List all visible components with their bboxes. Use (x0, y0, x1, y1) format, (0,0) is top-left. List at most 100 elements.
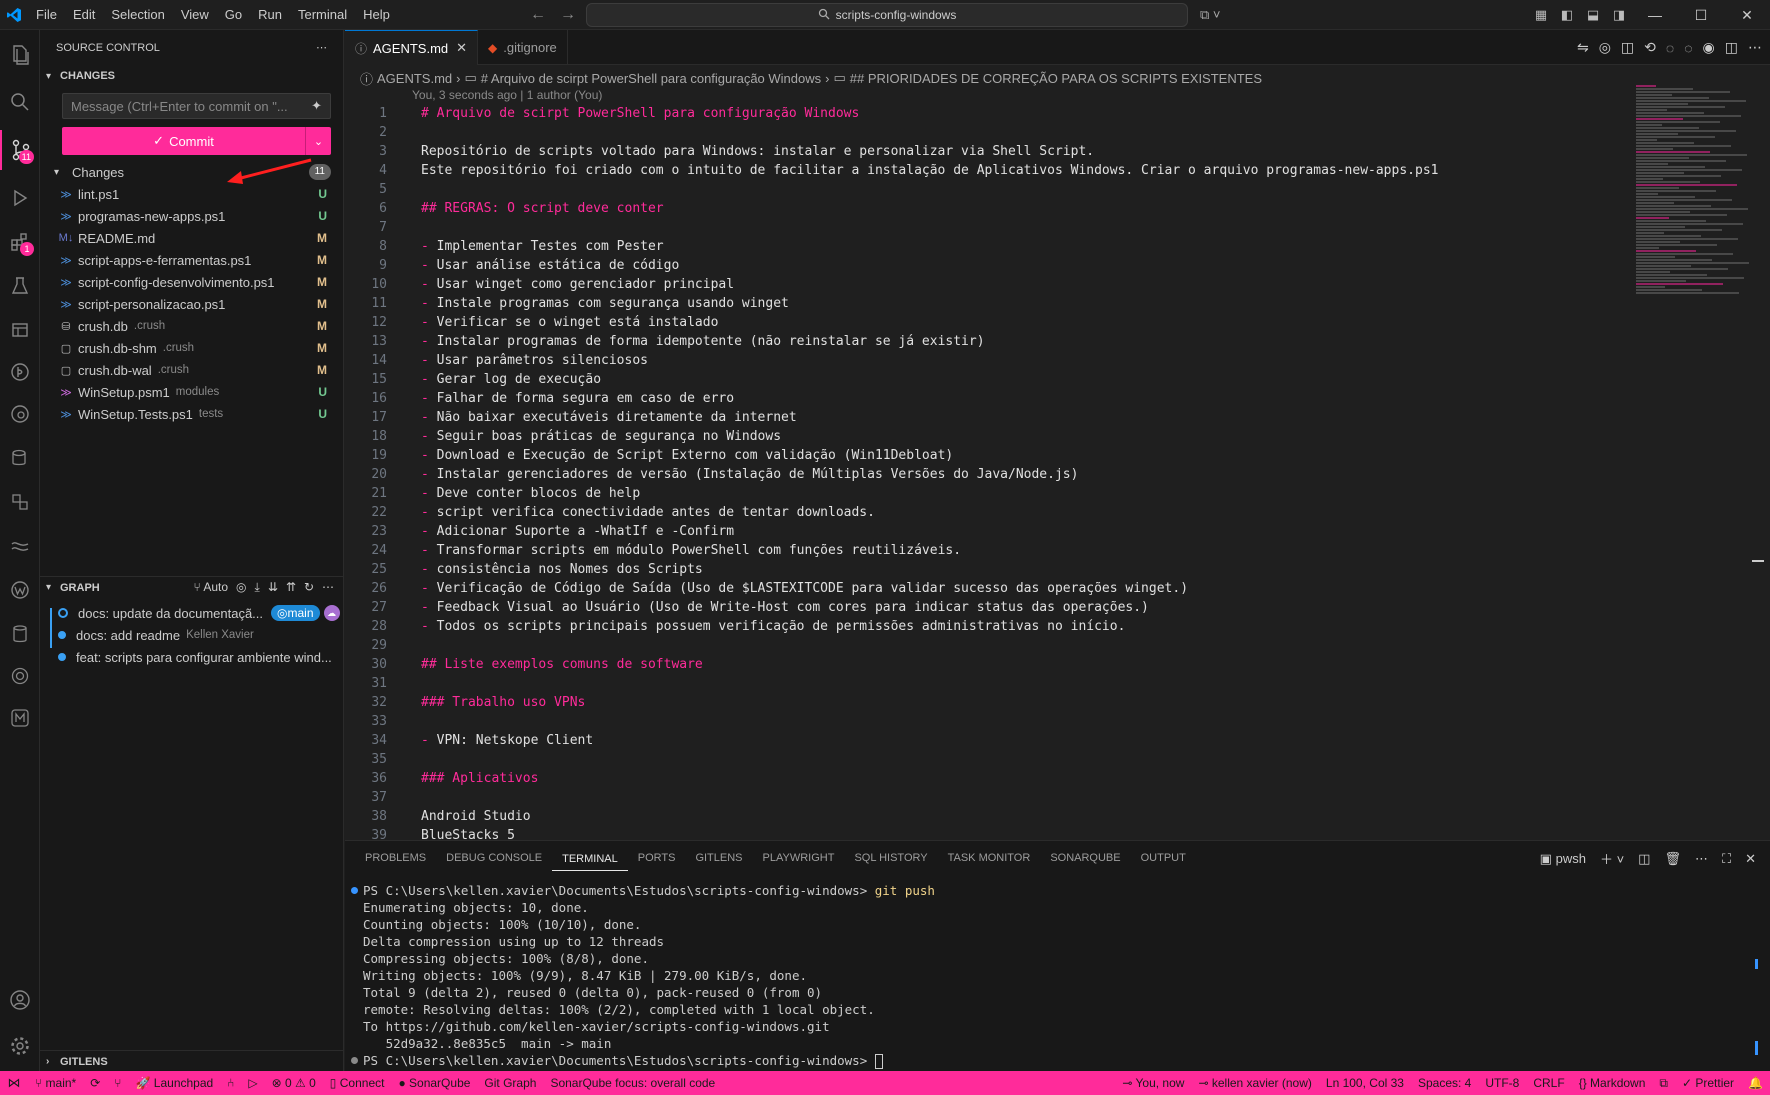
account-icon[interactable] (0, 980, 40, 1020)
sync-icon[interactable]: ⟳ (83, 1071, 107, 1095)
minimize-icon[interactable]: — (1632, 7, 1678, 23)
refresh-icon[interactable]: ↻ (304, 580, 314, 595)
changes-section-header[interactable]: ▾ CHANGES (40, 65, 343, 87)
code-editor[interactable]: 1 # Arquivo de scirpt PowerShell para con… (345, 104, 1635, 840)
git-graph-status[interactable]: Git Graph (477, 1071, 543, 1095)
back-arrow-icon[interactable]: ← (530, 6, 546, 24)
m-extension-icon[interactable] (0, 698, 40, 738)
openai-icon[interactable] (0, 656, 40, 696)
problems-status[interactable]: ⊗ 0 ⚠ 0 (265, 1071, 323, 1095)
commit-dropdown-button[interactable]: ⌄ (305, 127, 331, 155)
w-extension-icon[interactable] (0, 570, 40, 610)
branch-badge[interactable]: ◎main (271, 605, 320, 621)
gitlens-icon[interactable] (0, 352, 40, 392)
encoding-status[interactable]: UTF-8 (1478, 1071, 1526, 1095)
timeline-back-icon[interactable]: ⟲ (1644, 39, 1656, 56)
connect-status[interactable]: ▯ Connect (323, 1071, 392, 1095)
open-preview-icon[interactable]: ◫ (1621, 39, 1634, 56)
changed-file-row[interactable]: ≫ WinSetup.Tests.ps1 tests U (40, 403, 343, 425)
more-actions-icon[interactable]: ⋯ (316, 41, 327, 54)
tab-terminal[interactable]: TERMINAL (552, 847, 628, 871)
changed-file-row[interactable]: ▢ crush.db-shm .crush M (40, 337, 343, 359)
close-window-icon[interactable]: ✕ (1724, 7, 1770, 24)
line-ending-status[interactable]: CRLF (1526, 1071, 1571, 1095)
blame-status[interactable]: ⊸ You, now (1115, 1071, 1191, 1095)
tab-sql-history[interactable]: SQL HISTORY (844, 841, 937, 876)
new-terminal-icon[interactable]: ＋ ˅ (1600, 849, 1624, 868)
command-decoration-dot[interactable] (351, 1057, 358, 1064)
more-actions-icon[interactable]: ⋯ (322, 580, 334, 595)
tab-playwright[interactable]: PLAYWRIGHT (753, 841, 845, 876)
testing-icon[interactable] (0, 266, 40, 306)
copilot-icon[interactable]: ⧉ (1652, 1071, 1675, 1095)
changed-file-row[interactable]: ⛁ crush.db .crush M (40, 315, 343, 337)
forward-arrow-icon[interactable]: → (560, 6, 576, 24)
database-cylinder-icon[interactable] (0, 614, 40, 654)
tab-agents-md[interactable]: ⓘ AGENTS.md ✕ (345, 30, 479, 65)
remote-indicator-icon[interactable]: ⋈ (0, 1071, 28, 1095)
graph-section-header[interactable]: ▾ GRAPH ⑂ Auto ◎ ⤓ ⇊ ⇈ ↻ ⋯ (40, 576, 344, 598)
minimap[interactable] (1636, 85, 1756, 325)
indentation-status[interactable]: Spaces: 4 (1411, 1071, 1478, 1095)
git-compare-icon[interactable]: ⇋ (1577, 39, 1589, 56)
commit-message-input[interactable]: Message (Ctrl+Enter to commit on "... ✦ (62, 93, 331, 119)
run-debug-icon[interactable] (0, 178, 40, 218)
menu-edit[interactable]: Edit (65, 0, 103, 30)
tab-task-monitor[interactable]: TASK MONITOR (938, 841, 1041, 876)
menu-help[interactable]: Help (355, 0, 398, 30)
next-change-icon[interactable]: ◌ (1684, 40, 1692, 56)
previous-change-icon[interactable]: ◌ (1666, 40, 1674, 56)
breadcrumb-item[interactable]: # Arquivo de scirpt PowerShell para conf… (481, 71, 821, 86)
maximize-icon[interactable]: ☐ (1678, 7, 1724, 24)
gitlens-section-header[interactable]: › GITLENS (40, 1050, 344, 1072)
terminal-output[interactable]: PS C:\Users\kellen.xavier\Documents\Estu… (345, 882, 1770, 1069)
tab-problems[interactable]: PROBLEMS (355, 841, 436, 876)
language-mode[interactable]: {} Markdown (1572, 1071, 1653, 1095)
tab-debug-console[interactable]: DEBUG CONSOLE (436, 841, 552, 876)
tab-gitlens[interactable]: GITLENS (685, 841, 752, 876)
gitlens-icon[interactable]: ◉ (1703, 39, 1715, 56)
launchpad-status[interactable]: 🚀 Launchpad (129, 1071, 221, 1095)
menu-selection[interactable]: Selection (103, 0, 172, 30)
changed-file-row[interactable]: ≫ WinSetup.psm1 modules U (40, 381, 343, 403)
source-control-icon[interactable]: 11 (0, 130, 40, 170)
terminal-shell-selector[interactable]: ▣ pwsh (1540, 851, 1586, 867)
changed-file-row[interactable]: ≫ script-apps-e-ferramentas.ps1 M (40, 249, 343, 271)
menu-file[interactable]: File (28, 0, 65, 30)
command-decoration-dot[interactable] (351, 887, 358, 894)
tab-output[interactable]: OUTPUT (1131, 841, 1196, 876)
deploy-icon[interactable]: ⑃ (220, 1071, 241, 1095)
openai-icon[interactable]: ◎ (1599, 39, 1611, 56)
toggle-secondary-sidebar-icon[interactable]: ◨ (1606, 7, 1632, 23)
menu-terminal[interactable]: Terminal (290, 0, 355, 30)
sonar-icon[interactable] (0, 526, 40, 566)
tab-ports[interactable]: PORTS (628, 841, 686, 876)
changed-file-row[interactable]: ≫ script-config-desenvolvimento.ps1 M (40, 271, 343, 293)
target-icon[interactable]: ◎ (236, 580, 246, 595)
customize-layout-icon[interactable]: ▦ (1528, 7, 1554, 23)
search-icon[interactable] (0, 82, 40, 122)
copilot-icon[interactable]: ⧉ ˅ (1200, 0, 1221, 30)
maximize-panel-icon[interactable]: ⛶ (1722, 851, 1731, 867)
extensions-icon[interactable]: 1 (0, 222, 40, 262)
graph-commit-row[interactable]: feat: scripts para configurar ambiente w… (40, 646, 344, 668)
git-blame-codelens[interactable]: You, 3 seconds ago | 1 author (You) (412, 88, 602, 102)
sonarqube-focus-status[interactable]: SonarQube focus: overall code (543, 1071, 722, 1095)
settings-gear-icon[interactable] (0, 1026, 40, 1066)
containers-icon[interactable] (0, 482, 40, 522)
more-actions-icon[interactable]: ⋯ (1748, 39, 1762, 56)
tab-sonarqube[interactable]: SONARQUBE (1040, 841, 1130, 876)
notifications-bell-icon[interactable]: 🔔 (1741, 1071, 1770, 1095)
branch-status[interactable]: ⑂ main* (28, 1071, 83, 1095)
database-icon[interactable] (0, 438, 40, 478)
menu-run[interactable]: Run (250, 0, 290, 30)
close-icon[interactable]: ✕ (456, 40, 467, 56)
split-editor-icon[interactable]: ◫ (1725, 39, 1738, 56)
menu-view[interactable]: View (173, 0, 217, 30)
fetch-icon[interactable]: ⤓ (255, 580, 260, 595)
remote-explorer-icon[interactable] (0, 310, 40, 350)
changed-file-row[interactable]: ≫ script-personalizacao.ps1 M (40, 293, 343, 315)
sonarqube-status[interactable]: ● SonarQube (391, 1071, 477, 1095)
menu-go[interactable]: Go (217, 0, 250, 30)
breadcrumb-item[interactable]: ## PRIORIDADES DE CORREÇÃO PARA OS SCRIP… (850, 71, 1262, 86)
